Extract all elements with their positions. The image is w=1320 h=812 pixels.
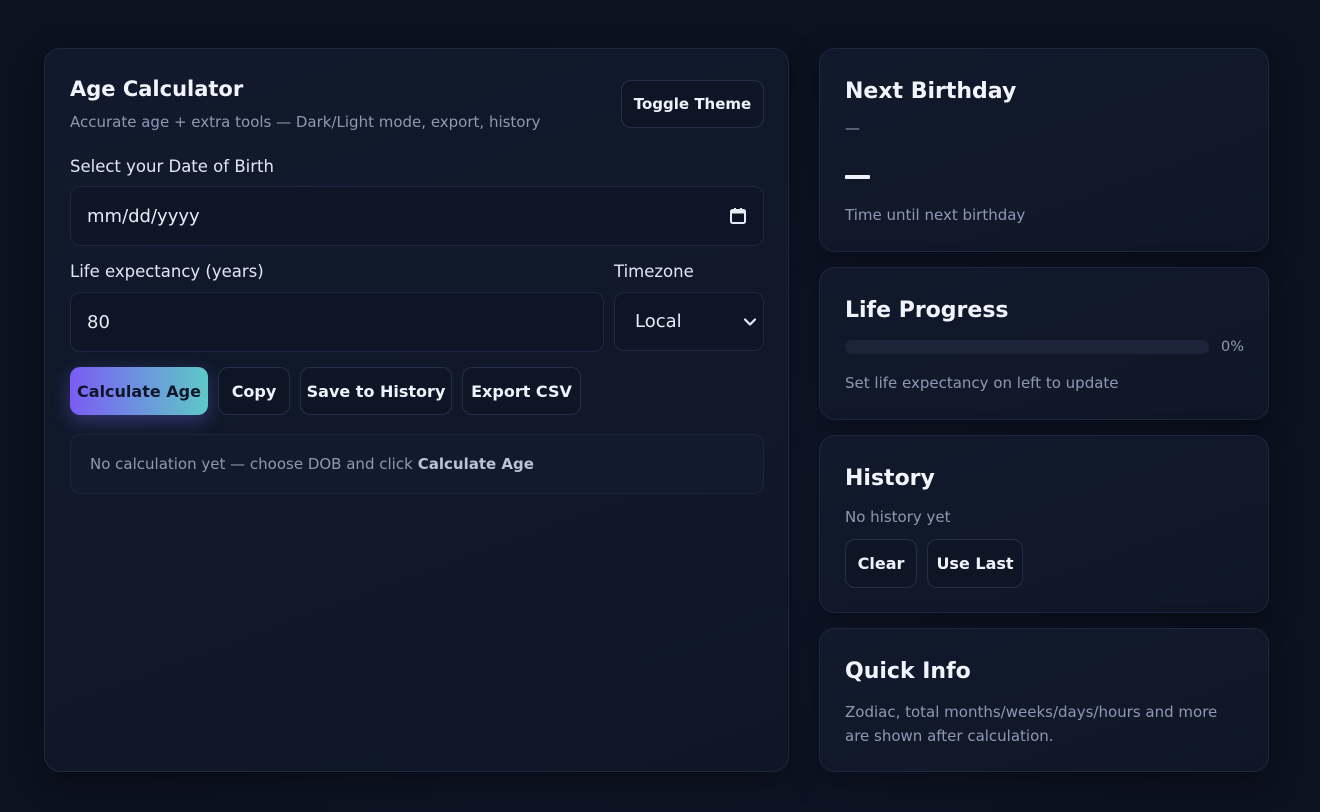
next-birthday-caption: Time until next birthday bbox=[845, 206, 1026, 224]
export-csv-button[interactable]: Export CSV bbox=[462, 367, 581, 415]
dob-placeholder: mm/dd/yyyy bbox=[87, 205, 200, 227]
timezone-select[interactable]: Local bbox=[614, 292, 764, 351]
clear-history-button[interactable]: Clear bbox=[845, 539, 917, 588]
save-to-history-button[interactable]: Save to History bbox=[300, 367, 452, 415]
page-title: Age Calculator bbox=[70, 77, 244, 101]
dob-label: Select your Date of Birth bbox=[70, 157, 274, 176]
calculate-age-button[interactable]: Calculate Age bbox=[70, 367, 208, 415]
next-birthday-date: — bbox=[845, 119, 860, 137]
result-box: No calculation yet — choose DOB and clic… bbox=[70, 434, 764, 494]
quick-info-card: Quick Info Zodiac, total months/weeks/da… bbox=[819, 628, 1269, 772]
timezone-value: Local bbox=[635, 311, 682, 332]
result-text: No calculation yet — choose DOB and clic… bbox=[90, 455, 413, 473]
chevron-down-icon bbox=[743, 315, 757, 329]
life-progress-bar bbox=[845, 340, 1209, 354]
calculator-card: Age Calculator Accurate age + extra tool… bbox=[44, 48, 789, 772]
quick-info-title: Quick Info bbox=[845, 659, 971, 684]
life-expectancy-input[interactable]: 80 bbox=[70, 292, 604, 352]
life-progress-card: Life Progress 0% Set life expectancy on … bbox=[819, 267, 1269, 420]
history-card: History No history yet Clear Use Last bbox=[819, 435, 1269, 613]
next-birthday-card: Next Birthday — Time until next birthday bbox=[819, 48, 1269, 252]
life-progress-percent: 0% bbox=[1221, 339, 1245, 355]
calendar-icon[interactable] bbox=[729, 207, 747, 225]
next-birthday-title: Next Birthday bbox=[845, 79, 1017, 104]
life-progress-caption: Set life expectancy on left to update bbox=[845, 374, 1119, 392]
toggle-theme-button[interactable]: Toggle Theme bbox=[621, 80, 764, 128]
timezone-label: Timezone bbox=[614, 262, 694, 281]
next-birthday-countdown bbox=[845, 175, 870, 179]
history-empty-text: No history yet bbox=[845, 508, 951, 526]
use-last-button[interactable]: Use Last bbox=[927, 539, 1023, 588]
page-subtitle: Accurate age + extra tools — Dark/Light … bbox=[70, 113, 541, 131]
life-expectancy-label: Life expectancy (years) bbox=[70, 262, 264, 281]
copy-button[interactable]: Copy bbox=[218, 367, 290, 415]
history-title: History bbox=[845, 466, 935, 491]
result-emphasis: Calculate Age bbox=[417, 455, 534, 473]
quick-info-text: Zodiac, total months/weeks/days/hours an… bbox=[845, 703, 1218, 745]
life-progress-title: Life Progress bbox=[845, 298, 1009, 323]
dob-input[interactable]: mm/dd/yyyy bbox=[70, 186, 764, 246]
